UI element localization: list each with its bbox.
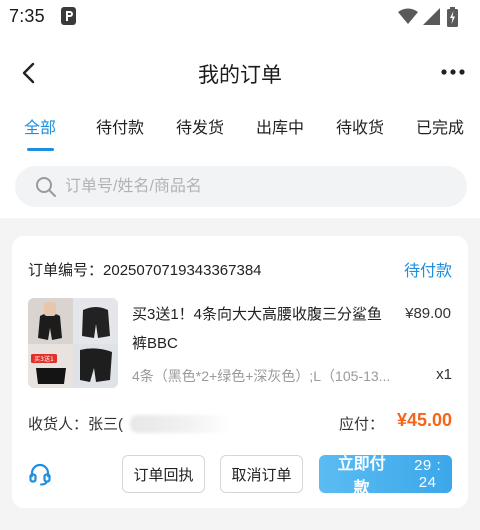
order-receipt-button[interactable]: 订单回执 [122, 455, 205, 493]
order-status-badge: 待付款 [403, 263, 452, 280]
order-card[interactable]: 订单编号：2025070719343367384 待付款 买3送1 买3送1！4… [12, 236, 468, 508]
consignee: 收货人：张三( [28, 416, 123, 433]
payable-amount: ¥45.00 [396, 410, 452, 430]
battery-icon [447, 7, 458, 27]
tab-pending-shipment[interactable]: 待发货 [176, 114, 224, 138]
product-image: 买3送1 [28, 298, 118, 388]
status-time: 7:35 [9, 6, 45, 26]
wifi-icon [398, 8, 418, 24]
tab-pending-receipt[interactable]: 待收货 [336, 114, 384, 138]
thumbnail-badge: 买3送1 [34, 355, 54, 363]
product-price: ¥89.00 [405, 305, 451, 322]
status-icons [398, 7, 468, 27]
order-number-value: 2025070719343367384 [103, 262, 262, 279]
order-tabs: 全部 待付款 待发货 出库中 待收货 已完成 [0, 114, 480, 154]
product-quantity: x1 [436, 366, 452, 383]
pay-now-label: 立即付款 [337, 456, 386, 497]
redacted-name [130, 415, 230, 433]
tab-completed[interactable]: 已完成 [416, 114, 464, 138]
more-dots-icon[interactable] [440, 64, 466, 80]
tab-all[interactable]: 全部 [24, 114, 56, 138]
header-area: 7:35 我的订单 全部 待付款 待发货 出库中 待收货 已完成 订单号/姓名/… [0, 0, 480, 218]
search-icon [36, 177, 56, 197]
tab-outbound[interactable]: 出库中 [256, 114, 304, 138]
page-title: 我的订单 [198, 64, 282, 87]
order-number-label: 订单编号： [28, 262, 104, 279]
search-input[interactable] [65, 166, 445, 207]
tab-pending-payment[interactable]: 待付款 [96, 114, 144, 138]
payment-countdown: 29 : 24 [414, 457, 442, 491]
order-number: 订单编号：2025070719343367384 [28, 259, 262, 280]
cancel-order-button[interactable]: 取消订单 [220, 455, 303, 493]
pay-now-button[interactable]: 立即付款 29 : 24 [319, 455, 452, 497]
app-notification-icon [61, 7, 76, 25]
active-tab-indicator [27, 148, 54, 151]
headset-icon[interactable] [28, 462, 52, 486]
signal-icon [423, 8, 440, 25]
search-bar [15, 166, 467, 207]
payable-label: 应付： [338, 416, 384, 433]
status-bar: 7:35 [0, 0, 480, 34]
product-title[interactable]: 买3送1！4条向大大高腰收腹三分鲨鱼裤BBC [132, 300, 392, 358]
product-thumbnail[interactable]: 买3送1 [28, 298, 118, 388]
product-spec: 4条（黑色*2+绿色+深灰色）;L（105-13... [132, 368, 391, 384]
